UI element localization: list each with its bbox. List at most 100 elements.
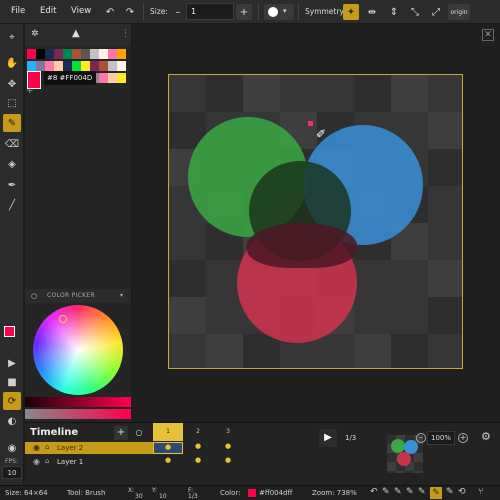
- brush-icon[interactable]: ✎: [418, 487, 426, 497]
- redo-icon[interactable]: ↷: [122, 4, 138, 20]
- loop-icon[interactable]: ⟳: [3, 392, 21, 410]
- line-icon[interactable]: ╱: [3, 196, 21, 214]
- cel[interactable]: ●: [183, 442, 213, 454]
- palette-swatch[interactable]: [63, 61, 72, 71]
- menu-file[interactable]: File: [11, 6, 25, 16]
- branch-icon[interactable]: ⑂: [478, 487, 483, 497]
- frame-header-3[interactable]: 3: [213, 423, 243, 441]
- more-icon[interactable]: ⋮: [121, 29, 130, 39]
- brush-shape-dropdown[interactable]: ▾: [264, 4, 294, 20]
- brush-icon[interactable]: ✎: [394, 487, 402, 497]
- palette-swatch[interactable]: [36, 61, 45, 71]
- palette-swatch[interactable]: [117, 49, 126, 59]
- palette-settings-icon[interactable]: ✲: [31, 29, 39, 39]
- color-picker-collapse-icon[interactable]: ○: [31, 292, 37, 300]
- history-icon[interactable]: ⟲: [458, 487, 466, 497]
- add-layer-button[interactable]: +: [114, 426, 128, 440]
- palette-swatch[interactable]: [99, 61, 108, 71]
- marquee-icon[interactable]: ⬚: [3, 94, 21, 112]
- palette-swatch[interactable]: [90, 61, 99, 71]
- triangle-icon[interactable]: ▲: [72, 28, 80, 39]
- vertical-symmetry-icon[interactable]: ⇕: [386, 4, 402, 20]
- alpha-slider[interactable]: [25, 409, 131, 419]
- zoom-in-icon[interactable]: +: [458, 433, 468, 443]
- layer-name[interactable]: Layer 2: [57, 444, 83, 452]
- undo-icon[interactable]: ↶: [370, 487, 378, 497]
- eye-icon[interactable]: ◉: [3, 439, 21, 457]
- layer-row[interactable]: ◉ ⌂ Layer 1: [25, 456, 153, 468]
- cel-active[interactable]: ●: [153, 442, 183, 454]
- palette-swatch[interactable]: [54, 61, 63, 71]
- onion-skin-icon[interactable]: ◐: [3, 412, 21, 430]
- size-increase-button[interactable]: +: [236, 4, 252, 20]
- gear-icon[interactable]: ⚙: [481, 430, 491, 443]
- palette-swatch[interactable]: [27, 61, 36, 71]
- brush-icon[interactable]: ✎: [382, 487, 390, 497]
- play-button[interactable]: ▶: [319, 429, 337, 447]
- eraser-icon[interactable]: ⌫: [3, 135, 21, 153]
- menu-view[interactable]: View: [71, 6, 91, 16]
- frame-header-1[interactable]: 1: [153, 423, 183, 441]
- palette-swatch[interactable]: [108, 73, 117, 83]
- horizontal-symmetry-icon[interactable]: ⇹: [364, 4, 380, 20]
- hand-icon[interactable]: ✋: [3, 54, 21, 72]
- palette-swatch[interactable]: [108, 49, 117, 59]
- brush-icon[interactable]: ✎: [3, 114, 21, 132]
- fps-input[interactable]: 10: [2, 466, 22, 479]
- brush-icon[interactable]: ✎: [430, 487, 442, 499]
- lock-icon[interactable]: ⌂: [45, 457, 49, 465]
- move-icon[interactable]: ✥: [3, 75, 21, 93]
- diagonal-symmetry-icon[interactable]: ⤡: [407, 4, 423, 20]
- frame-header-2[interactable]: 2: [183, 423, 213, 441]
- palette-swatch[interactable]: [90, 49, 99, 59]
- palette-swatch[interactable]: [99, 49, 108, 59]
- palette-swatch[interactable]: [45, 49, 54, 59]
- value-slider[interactable]: [25, 397, 131, 407]
- color-wheel-cursor[interactable]: [59, 315, 67, 323]
- symmetry-toggle-button[interactable]: ✦: [343, 4, 359, 20]
- add-swatch-icon[interactable]: +: [26, 86, 38, 97]
- palette-swatch[interactable]: [117, 73, 126, 83]
- fill-bucket-icon[interactable]: ◈: [3, 155, 21, 173]
- cel[interactable]: ●: [213, 442, 243, 454]
- palette-swatch[interactable]: [72, 61, 81, 71]
- anti-diagonal-symmetry-icon[interactable]: ⤢: [428, 4, 444, 20]
- undo-icon[interactable]: ↶: [102, 4, 118, 20]
- close-icon[interactable]: ✕: [482, 29, 494, 41]
- layer-row-active[interactable]: ◉ ⌂ Layer 2: [25, 442, 153, 454]
- brush-icon[interactable]: ✎: [406, 487, 414, 497]
- eye-icon[interactable]: ◉: [33, 457, 40, 466]
- drawing-canvas[interactable]: [168, 74, 463, 369]
- stop-icon[interactable]: ■: [3, 373, 21, 391]
- primary-color-swatch[interactable]: [4, 326, 15, 337]
- color-wheel[interactable]: [33, 305, 123, 395]
- palette-swatch[interactable]: [99, 73, 108, 83]
- lock-icon[interactable]: ⌂: [45, 443, 49, 451]
- cel[interactable]: ●: [213, 456, 243, 468]
- canvas-viewport[interactable]: ✕ ✐: [132, 24, 500, 422]
- eye-icon[interactable]: ◉: [33, 443, 40, 452]
- onion-toggle-icon[interactable]: ○: [132, 426, 146, 440]
- palette-swatch[interactable]: [27, 49, 36, 59]
- zoom-out-icon[interactable]: –: [416, 433, 426, 443]
- palette-swatch[interactable]: [63, 49, 72, 59]
- palette-swatch[interactable]: [108, 61, 117, 71]
- select-icon[interactable]: ⌖: [3, 28, 21, 46]
- palette-swatch[interactable]: [36, 49, 45, 59]
- palette-swatch[interactable]: [117, 61, 126, 71]
- palette-swatch[interactable]: [45, 61, 54, 71]
- preview-zoom-input[interactable]: 100%: [427, 431, 455, 445]
- palette-swatch[interactable]: [72, 49, 81, 59]
- chevron-down-icon[interactable]: ▾: [120, 292, 123, 299]
- cel[interactable]: ●: [153, 456, 183, 468]
- palette-swatch[interactable]: [81, 49, 90, 59]
- layer-name[interactable]: Layer 1: [57, 458, 83, 466]
- palette-swatch[interactable]: [54, 49, 63, 59]
- size-decrease-button[interactable]: –: [170, 4, 186, 20]
- cel[interactable]: ●: [183, 456, 213, 468]
- brush-icon[interactable]: ✎: [446, 487, 454, 497]
- eyedropper-icon[interactable]: ✒: [3, 176, 21, 194]
- palette-swatch[interactable]: [81, 61, 90, 71]
- origin-button[interactable]: origin: [448, 4, 470, 20]
- menu-edit[interactable]: Edit: [40, 6, 56, 16]
